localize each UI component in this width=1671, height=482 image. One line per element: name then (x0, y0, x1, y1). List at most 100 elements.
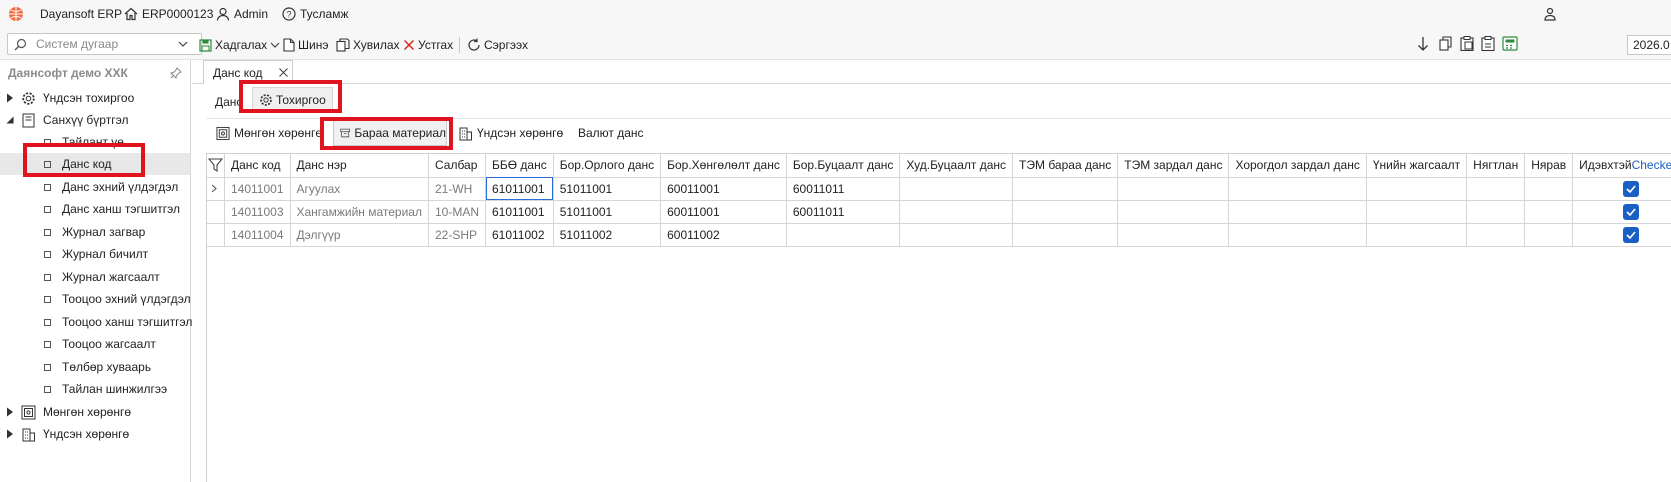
sidebar-item-general-settings[interactable]: Үндсэн тохиргоо (0, 87, 190, 109)
cell-name[interactable]: Дэлгүүр (290, 223, 429, 247)
sidebar-item-finance[interactable]: Санхүү бүртгэл (0, 109, 190, 131)
row-indicator[interactable] (207, 223, 225, 247)
column-header[interactable]: Данс код (224, 154, 291, 178)
document-number[interactable]: ERP0000123 (124, 5, 213, 23)
tab-account-code[interactable]: Данс код (203, 60, 293, 84)
chevron-down-icon[interactable] (178, 40, 188, 48)
column-header[interactable]: ББӨ данс (485, 154, 554, 178)
cell-empty[interactable] (1466, 177, 1526, 201)
cell-empty[interactable] (1117, 223, 1230, 247)
cell-empty[interactable] (1228, 177, 1367, 201)
column-header[interactable]: Бор.Хөнгөлөлт данс (660, 154, 787, 178)
refresh-button[interactable]: Сэргээх (467, 37, 528, 53)
cell-bbo[interactable]: 61011002 (485, 223, 554, 247)
cell-empty[interactable] (1228, 200, 1367, 224)
sidebar-item-payment-schedule[interactable]: Төлбөр хуваарь (0, 356, 190, 378)
expand-arrow-icon[interactable] (6, 407, 14, 417)
cell-empty[interactable] (1366, 223, 1468, 247)
cell-return[interactable]: 60011011 (786, 177, 901, 201)
cell-name[interactable]: Хангамжийн материал (290, 200, 429, 224)
cell-empty[interactable] (1117, 177, 1230, 201)
cell-income[interactable]: 51011001 (553, 177, 662, 201)
sidebar-item-settlement-opening-balance[interactable]: Тооцоо эхний үлдэгдэл (0, 288, 191, 310)
row-indicator[interactable] (207, 177, 225, 201)
filter-icon[interactable] (208, 158, 223, 173)
cell-name[interactable]: Агуулах (290, 177, 429, 201)
sidebar-item-settlement-list[interactable]: Тооцоо жагсаалт (0, 333, 190, 355)
collapse-arrow-icon[interactable] (6, 115, 14, 125)
column-header[interactable]: ТЭМ зардал данс (1117, 154, 1230, 178)
chevron-down-icon[interactable] (270, 41, 280, 49)
table-row[interactable]: 14011001 Агуулах 21-WH 61011001 51011001… (207, 177, 1671, 201)
column-header[interactable]: Салбар (428, 154, 487, 178)
cell-active[interactable] (1572, 177, 1671, 201)
cell-return[interactable]: 60011011 (786, 200, 901, 224)
cell-code[interactable]: 14011003 (224, 200, 291, 224)
active-checkbox[interactable] (1623, 180, 1640, 197)
cell-empty[interactable] (1012, 177, 1119, 201)
subtab-settings[interactable]: Тохиргоо (252, 87, 333, 113)
sidebar-item-report-analysis[interactable]: Тайлан шинжилгээ (0, 378, 190, 400)
cell-branch[interactable]: 10-MAN (428, 200, 487, 224)
cell-active[interactable] (1572, 223, 1671, 247)
pin-icon[interactable] (170, 67, 182, 79)
sidebar-item-journal-template[interactable]: Журнал загвар (0, 221, 190, 243)
table-row[interactable]: 14011003 Хангамжийн материал 10-MAN 6101… (207, 200, 1671, 224)
cell-discount[interactable]: 60011001 (660, 177, 787, 201)
column-header[interactable]: Үнийн жагсаалт (1366, 154, 1468, 178)
cell-empty[interactable] (1366, 177, 1468, 201)
subtab-account[interactable]: Данс (215, 95, 241, 109)
save-button[interactable]: Хадгалах (199, 37, 280, 53)
help-menu[interactable]: ? Тусламж (282, 5, 348, 23)
row-indicator[interactable] (207, 200, 225, 224)
active-checkbox[interactable] (1623, 226, 1640, 243)
cell-empty[interactable] (899, 177, 1014, 201)
delete-button[interactable]: Устгах (403, 37, 453, 53)
clipboard-icon[interactable] (1460, 36, 1474, 51)
sidebar-item-account-code[interactable]: Данс код (0, 153, 190, 175)
cell-empty[interactable] (1012, 223, 1119, 247)
calculator-icon[interactable] (1502, 36, 1518, 51)
sidebar-item-reporting-period[interactable]: Тайлант үе (0, 131, 190, 153)
tab-cash[interactable]: Мөнгөн хөрөнгө (216, 120, 322, 146)
column-header[interactable]: Нярав (1524, 154, 1574, 178)
sidebar-item-journal-entry[interactable]: Журнал бичилт (0, 243, 190, 265)
column-header[interactable]: Нягтлан (1466, 154, 1526, 178)
column-header[interactable]: Бор.Орлого данс (553, 154, 662, 178)
sidebar-item-journal-list[interactable]: Журнал жагсаалт (0, 266, 190, 288)
active-checkbox[interactable] (1623, 203, 1640, 220)
cell-bbo[interactable]: 61011001 (485, 200, 554, 224)
cell-income[interactable]: 51011002 (553, 223, 662, 247)
cell-empty[interactable] (1366, 200, 1468, 224)
column-header[interactable]: ТЭМ бараа данс (1012, 154, 1119, 178)
cell-code[interactable]: 14011001 (224, 177, 291, 201)
cell-empty[interactable] (1117, 200, 1230, 224)
tab-currency-account[interactable]: Валют данс (578, 120, 644, 146)
user-menu[interactable]: Admin (216, 5, 268, 23)
cell-bbo[interactable]: 61011001 (485, 177, 554, 201)
system-number-search[interactable] (7, 33, 202, 55)
cell-empty[interactable] (1466, 223, 1526, 247)
table-row[interactable]: 14011004 Дэлгүүр 22-SHP 61011002 5101100… (207, 223, 1671, 247)
sidebar-item-account-opening-balance[interactable]: Данс эхний үлдэгдэл (0, 176, 190, 198)
cell-discount[interactable]: 60011001 (660, 200, 787, 224)
expand-arrow-icon[interactable] (6, 93, 14, 103)
cell-empty[interactable] (1524, 200, 1574, 224)
download-icon[interactable] (1417, 36, 1429, 52)
cell-empty[interactable] (899, 200, 1014, 224)
cell-discount[interactable]: 60011002 (660, 223, 787, 247)
new-button[interactable]: Шинэ (283, 37, 328, 53)
cell-empty[interactable] (1466, 200, 1526, 224)
expand-arrow-icon[interactable] (6, 429, 14, 439)
sidebar-item-settlement-fx-revaluation[interactable]: Тооцоо ханш тэгшитгэл (0, 311, 192, 333)
column-header[interactable]: Данс нэр (290, 154, 429, 178)
tab-inventory[interactable]: Бараа материал (333, 120, 447, 146)
column-header[interactable]: Хорогдол зардал данс (1228, 154, 1367, 178)
cell-income[interactable]: 51011001 (553, 200, 662, 224)
cell-empty[interactable] (899, 223, 1014, 247)
tab-fixed-assets[interactable]: Үндсэн хөрөнгө (458, 120, 563, 146)
paste-icon[interactable] (1481, 36, 1495, 51)
cell-active[interactable] (1572, 200, 1671, 224)
copy-doc-icon[interactable] (1439, 36, 1453, 51)
cell-empty[interactable] (1228, 223, 1367, 247)
